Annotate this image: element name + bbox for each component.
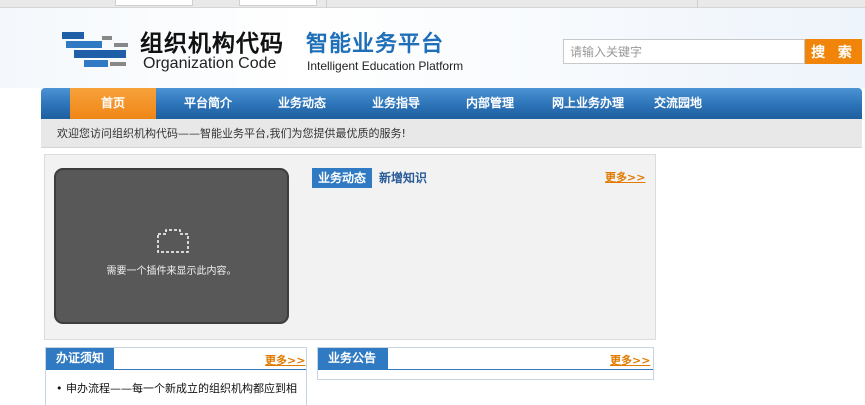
tab-new-knowledge[interactable]: 新增知识	[379, 168, 427, 188]
organization-code-logo-icon	[62, 32, 128, 67]
nav-item-business-news[interactable]: 业务动态	[265, 88, 339, 119]
plugin-message: 需要一个插件来显示此内容。	[106, 266, 237, 277]
search-input[interactable]	[563, 39, 805, 64]
search-button[interactable]: 搜 索	[805, 39, 862, 64]
announcement-panel-title: 业务公告	[318, 348, 389, 369]
list-item[interactable]: • 申办流程——每一个新成立的组织机构都应到相	[56, 380, 297, 396]
tab-business-news[interactable]: 业务动态	[312, 168, 373, 188]
divider	[326, 0, 327, 8]
logo-chinese-title: 组织机构代码	[140, 30, 284, 57]
platform-chinese-title: 智能业务平台	[306, 32, 445, 57]
platform-english-title: Intelligent Education Platform	[307, 59, 464, 73]
nav-item-community[interactable]: 交流园地	[641, 88, 715, 119]
top-input-box[interactable]	[239, 0, 317, 6]
browser-top-strip	[0, 0, 865, 8]
notice-more-link[interactable]: 更多>>	[265, 352, 305, 368]
notice-panel-title: 办证须知	[46, 348, 115, 369]
plugin-icon	[157, 229, 189, 253]
top-input-box[interactable]	[115, 0, 193, 6]
announcement-panel: 业务公告 更多>>	[317, 347, 654, 380]
list-item-label: 申办流程——每一个新成立的组织机构都应到相	[66, 382, 297, 395]
welcome-bar: 欢迎您访问组织机构代码——智能业务平台,我们为您提供最优质的服务!	[41, 119, 862, 148]
logo-english-title: Organization Code	[143, 55, 277, 72]
divider	[697, 0, 698, 8]
main-content-block: 需要一个插件来显示此内容。 业务动态 新增知识 更多>>	[44, 154, 656, 340]
divider	[318, 369, 653, 370]
notice-panel: 办证须知 更多>> • 申办流程——每一个新成立的组织机构都应到相	[45, 347, 307, 405]
plugin-placeholder[interactable]: 需要一个插件来显示此内容。	[54, 168, 289, 324]
news-more-link[interactable]: 更多>>	[605, 169, 645, 185]
bullet-icon: •	[56, 382, 66, 395]
nav-item-internal-management[interactable]: 内部管理	[453, 88, 527, 119]
main-nav: 首页 平台简介 业务动态 业务指导 内部管理 网上业务办理 交流园地	[41, 88, 862, 119]
nav-item-platform-intro[interactable]: 平台简介	[171, 88, 245, 119]
nav-item-business-guide[interactable]: 业务指导	[359, 88, 433, 119]
announcement-more-link[interactable]: 更多>>	[610, 352, 650, 368]
nav-item-home[interactable]: 首页	[70, 88, 156, 119]
site-header: 组织机构代码 Organization Code 智能业务平台 Intellig…	[0, 8, 865, 88]
nav-item-online-business[interactable]: 网上业务办理	[543, 88, 633, 119]
divider	[46, 369, 306, 370]
